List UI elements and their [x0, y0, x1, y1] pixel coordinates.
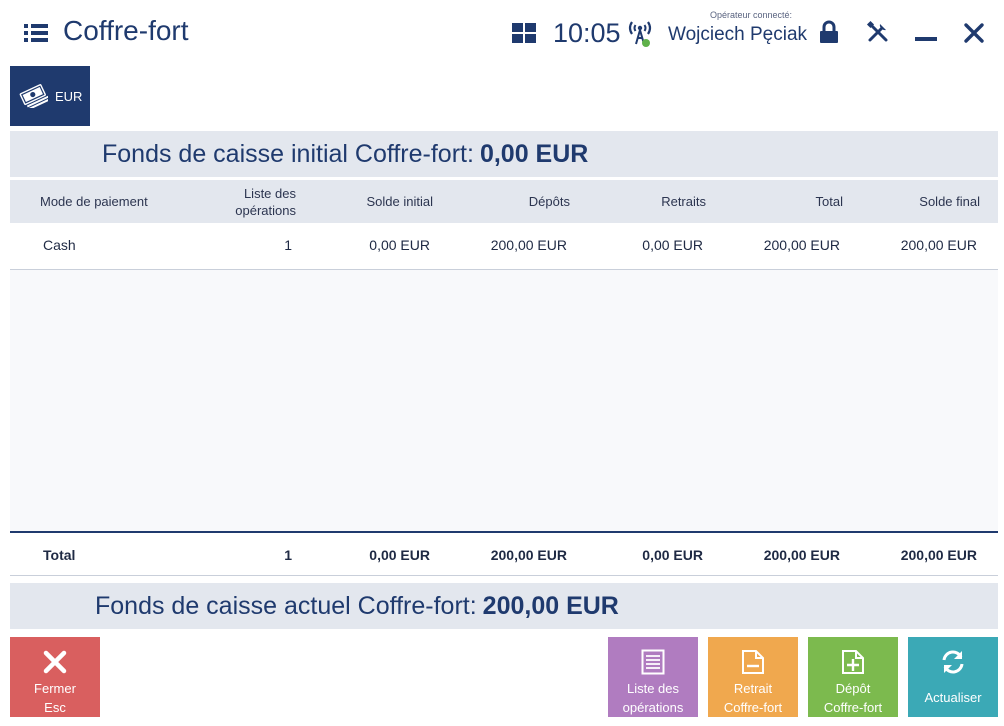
cell-initial-balance: 0,00 EUR	[369, 237, 430, 253]
totals-operations: 1	[284, 547, 292, 563]
cell-mode: Cash	[43, 237, 76, 253]
operator-name: Wojciech Pęciak	[668, 24, 808, 45]
cell-deposits: 200,00 EUR	[490, 237, 567, 253]
cell-final-balance: 200,00 EUR	[900, 237, 977, 253]
currency-tab-eur[interactable]: EUR	[10, 66, 90, 126]
withdraw-button[interactable]: Retrait Coffre-fort	[708, 637, 798, 717]
refresh-button-label: Actualiser	[924, 690, 982, 705]
connection-signal-icon	[628, 21, 652, 47]
cell-total: 200,00 EUR	[763, 237, 840, 253]
current-fund-label: Fonds de caisse actuel Coffre-fort:	[95, 592, 477, 620]
operations-list-button[interactable]: Liste des opérations	[608, 637, 698, 717]
operations-list-button-line1: Liste des	[626, 681, 680, 696]
tools-icon[interactable]	[866, 20, 890, 44]
table-header: Mode de paiement Liste des opérations So…	[10, 180, 998, 223]
column-header-initial-balance: Solde initial	[366, 194, 434, 209]
current-fund-amount: 200,00 EUR	[482, 592, 619, 620]
initial-fund-label: Fonds de caisse initial Coffre-fort:	[102, 140, 474, 168]
close-icon[interactable]	[963, 22, 985, 44]
close-button[interactable]: Fermer Esc	[10, 637, 100, 717]
initial-fund-summary: Fonds de caisse initial Coffre-fort: 0,00…	[10, 131, 998, 177]
close-button-shortcut: Esc	[44, 700, 66, 715]
document-minus-icon	[742, 650, 764, 674]
deposit-button-line2: Coffre-fort	[823, 700, 883, 715]
header-bar: Coffre-fort 10:05 Opérateur connecté: Wo…	[0, 0, 1004, 66]
withdraw-button-line2: Coffre-fort	[723, 700, 783, 715]
document-list-icon	[641, 649, 665, 675]
currency-tab-label: EUR	[55, 89, 83, 104]
totals-row: Total 1 0,00 EUR 200,00 EUR 0,00 EUR 200…	[10, 533, 998, 576]
minimize-icon[interactable]	[915, 37, 937, 41]
totals-initial-balance: 0,00 EUR	[369, 547, 430, 563]
deposit-button-line1: Dépôt	[835, 681, 871, 696]
totals-total: 200,00 EUR	[763, 547, 840, 563]
refresh-button[interactable]: Actualiser	[908, 637, 998, 717]
payment-methods-table: Mode de paiement Liste des opérations So…	[10, 180, 998, 576]
close-button-label: Fermer	[34, 681, 76, 696]
operator-label: Opérateur connecté:	[710, 10, 793, 20]
current-fund-summary: Fonds de caisse actuel Coffre-fort: 200,0…	[10, 583, 998, 629]
operations-list-button-line2: opérations	[622, 700, 684, 715]
refresh-icon	[942, 650, 964, 674]
column-header-operations-line1: Liste des	[243, 186, 296, 201]
deposit-button[interactable]: Dépôt Coffre-fort	[808, 637, 898, 717]
initial-fund-amount: 0,00 EUR	[479, 140, 589, 168]
column-header-mode: Mode de paiement	[40, 194, 148, 209]
totals-label: Total	[43, 547, 76, 563]
banknotes-icon	[19, 84, 48, 108]
totals-withdrawals: 0,00 EUR	[642, 547, 703, 563]
clock: 10:05	[553, 18, 621, 48]
close-x-icon	[43, 650, 67, 674]
column-header-operations-line2: opérations	[235, 203, 296, 218]
table-row[interactable]: Cash 1 0,00 EUR 200,00 EUR 0,00 EUR 200,…	[10, 223, 998, 270]
column-header-total: Total	[815, 194, 843, 209]
lock-icon[interactable]	[818, 20, 840, 44]
totals-deposits: 200,00 EUR	[490, 547, 567, 563]
windows-grid-icon[interactable]	[512, 23, 536, 43]
totals-final-balance: 200,00 EUR	[900, 547, 977, 563]
page-title: Coffre-fort	[63, 15, 189, 46]
hamburger-menu-icon[interactable]	[24, 24, 48, 42]
cell-operations: 1	[284, 237, 292, 253]
column-header-final-balance: Solde final	[919, 194, 980, 209]
cell-withdrawals: 0,00 EUR	[642, 237, 703, 253]
withdraw-button-line1: Retrait	[733, 681, 773, 696]
document-plus-icon	[842, 650, 864, 674]
column-header-operations: Liste des opérations	[196, 185, 296, 219]
column-header-withdrawals: Retraits	[661, 194, 706, 209]
column-header-deposits: Dépôts	[528, 194, 570, 209]
